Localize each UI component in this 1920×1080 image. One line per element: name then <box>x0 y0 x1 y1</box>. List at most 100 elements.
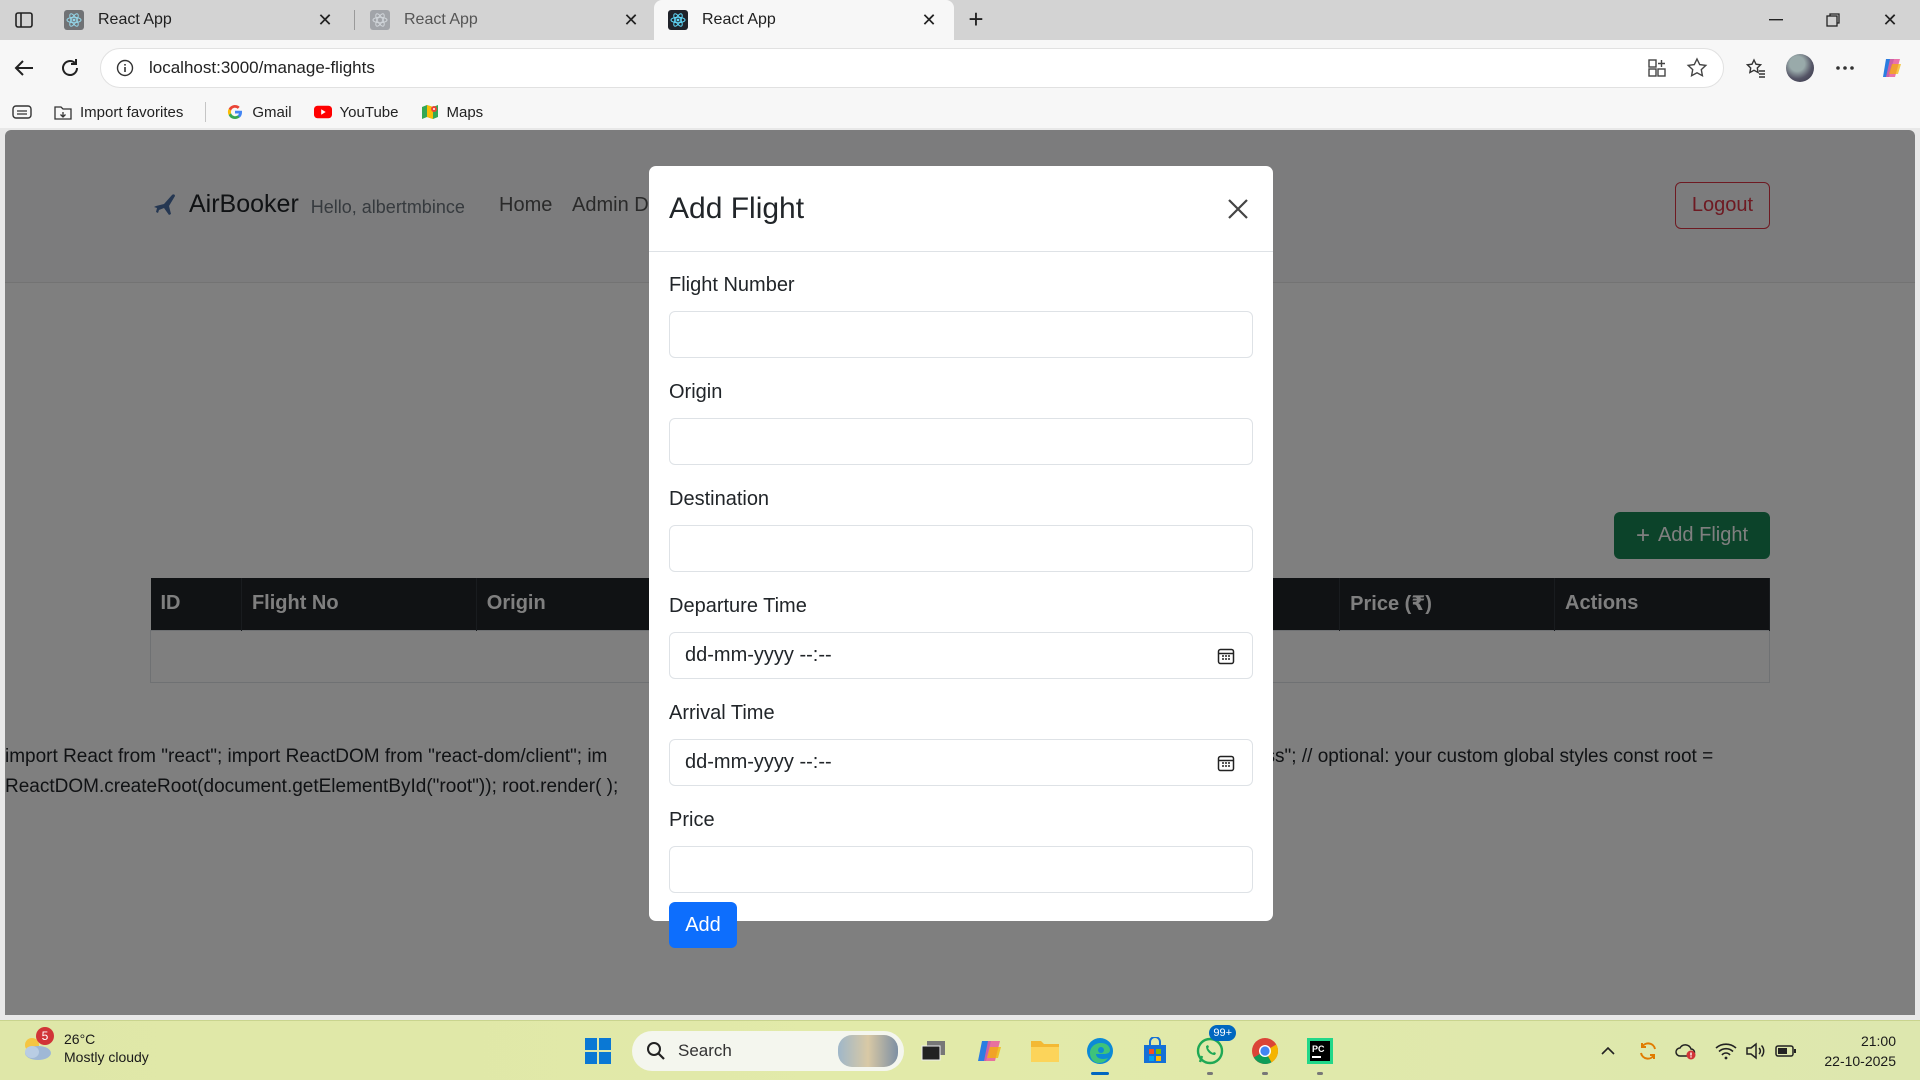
favorites-icon[interactable] <box>1740 52 1772 84</box>
temperature: 26°C <box>64 1031 96 1047</box>
react-icon <box>370 10 390 30</box>
whatsapp-icon[interactable]: 99+ <box>1190 1025 1236 1075</box>
departure-time-label: Departure Time <box>669 595 807 617</box>
file-explorer-icon[interactable] <box>1025 1031 1065 1071</box>
copilot-app-icon[interactable] <box>970 1031 1010 1071</box>
destination-input[interactable] <box>669 525 1253 572</box>
import-favorites-icon <box>54 103 72 121</box>
flight-number-input[interactable] <box>669 311 1253 358</box>
weather-alert-badge: 5 <box>36 1027 54 1045</box>
price-label: Price <box>669 809 715 831</box>
copilot-icon[interactable] <box>1876 52 1908 84</box>
calendar-icon[interactable] <box>1215 645 1237 667</box>
modal-header: Add Flight <box>649 166 1273 252</box>
arrival-time-value: dd-mm-yyyy --:-- <box>685 751 832 773</box>
close-icon[interactable] <box>1223 194 1253 224</box>
bookmark-divider <box>205 102 207 122</box>
close-tab-icon[interactable]: ✕ <box>620 9 642 31</box>
restore-button[interactable] <box>1805 0 1861 40</box>
tab-title: React App <box>702 11 776 28</box>
departure-time-value: dd-mm-yyyy --:-- <box>685 644 832 666</box>
arrival-time-input[interactable]: dd-mm-yyyy --:-- <box>669 739 1253 786</box>
minimize-button[interactable] <box>1748 0 1804 40</box>
destination-group: Destination <box>669 486 1253 572</box>
arrival-time-group: Arrival Time dd-mm-yyyy --:-- <box>669 700 1253 786</box>
system-clock[interactable]: 21:00 22-10-2025 <box>1824 1031 1896 1071</box>
running-app-indicator <box>1262 1072 1268 1075</box>
clock-date: 22-10-2025 <box>1824 1053 1896 1069</box>
browser-tab-1[interactable]: React App ✕ <box>50 0 350 40</box>
reload-icon[interactable] <box>56 54 84 82</box>
url-text: localhost:3000/manage-flights <box>149 58 375 77</box>
price-group: Price <box>669 807 1253 893</box>
wifi-icon[interactable] <box>1714 1039 1738 1063</box>
search-highlight-image <box>838 1035 898 1067</box>
calendar-icon[interactable] <box>1215 752 1237 774</box>
bookmark-label: Import favorites <box>80 103 184 121</box>
bookmark-maps[interactable]: Maps <box>421 103 483 121</box>
sidebar-toggle-icon[interactable] <box>12 8 36 32</box>
search-icon <box>646 1041 666 1061</box>
flight-number-label: Flight Number <box>669 274 795 296</box>
bookmark-label: Gmail <box>252 103 292 121</box>
close-tab-icon[interactable]: ✕ <box>314 9 336 31</box>
whatsapp-notification-badge: 99+ <box>1209 1025 1236 1041</box>
search-placeholder: Search <box>678 1041 732 1060</box>
favorite-star-icon[interactable] <box>1683 54 1711 82</box>
url-field[interactable]: localhost:3000/manage-flights <box>100 48 1724 88</box>
close-window-button[interactable]: ✕ <box>1862 0 1918 40</box>
address-bar-row: localhost:3000/manage-flights <box>0 40 1920 96</box>
running-app-indicator <box>1207 1072 1213 1075</box>
pycharm-icon[interactable]: PC <box>1300 1031 1340 1075</box>
windows-taskbar: 5 26°C Mostly cloudy Search 99+ PC 21:00… <box>0 1020 1920 1080</box>
bookmark-youtube[interactable]: YouTube <box>313 103 399 121</box>
arrival-time-label: Arrival Time <box>669 702 775 724</box>
price-input[interactable] <box>669 846 1253 893</box>
browser-tab-3-active[interactable]: React App ✕ <box>654 0 954 40</box>
google-icon <box>226 103 244 121</box>
weather-condition: Mostly cloudy <box>64 1049 149 1065</box>
departure-time-input[interactable]: dd-mm-yyyy --:-- <box>669 632 1253 679</box>
bookmark-import-favorites[interactable]: Import favorites <box>54 103 183 121</box>
sync-update-icon[interactable] <box>1636 1039 1660 1063</box>
active-app-indicator <box>1091 1072 1109 1075</box>
show-hidden-icons-chevron[interactable] <box>1596 1039 1620 1063</box>
app-available-icon[interactable] <box>1643 54 1671 82</box>
page-viewport: AirBooker Hello, albertmbince Home Admin… <box>5 130 1915 1015</box>
volume-icon[interactable] <box>1744 1039 1768 1063</box>
origin-group: Origin <box>669 379 1253 465</box>
start-windows-icon[interactable] <box>578 1031 618 1071</box>
add-flight-modal: Add Flight Flight Number Origin Destinat… <box>649 166 1273 948</box>
back-arrow-icon[interactable] <box>10 54 38 82</box>
reading-view-icon[interactable] <box>12 105 32 119</box>
site-info-icon[interactable] <box>115 58 135 78</box>
battery-icon[interactable] <box>1774 1039 1798 1063</box>
tab-divider <box>354 10 355 30</box>
tab-title: React App <box>404 11 478 28</box>
svg-text:PC: PC <box>1312 1044 1325 1054</box>
add-submit-button[interactable]: Add <box>669 902 737 948</box>
browser-tab-2[interactable]: React App ✕ <box>356 0 656 40</box>
modal-title: Add Flight <box>669 191 805 225</box>
new-tab-button[interactable]: + <box>962 6 990 34</box>
origin-input[interactable] <box>669 418 1253 465</box>
chrome-icon[interactable] <box>1245 1031 1285 1075</box>
tab-title: React App <box>98 11 172 28</box>
edge-browser-icon[interactable] <box>1080 1031 1120 1075</box>
close-tab-icon[interactable]: ✕ <box>918 9 940 31</box>
running-app-indicator <box>1317 1072 1323 1075</box>
youtube-icon <box>313 103 332 121</box>
profile-avatar[interactable] <box>1784 52 1816 84</box>
microsoft-store-icon[interactable] <box>1135 1031 1175 1071</box>
departure-time-group: Departure Time dd-mm-yyyy --:-- <box>669 593 1253 679</box>
weather-widget[interactable]: 5 26°C Mostly cloudy <box>18 1027 149 1067</box>
task-view-icon[interactable] <box>914 1031 954 1071</box>
taskbar-search[interactable]: Search <box>632 1031 904 1071</box>
bookmark-label: YouTube <box>339 103 399 121</box>
bookmark-gmail[interactable]: Gmail <box>226 103 292 121</box>
flight-number-group: Flight Number <box>669 272 1253 358</box>
more-options-icon[interactable] <box>1829 52 1861 84</box>
destination-label: Destination <box>669 488 770 510</box>
clock-time: 21:00 <box>1860 1033 1896 1049</box>
cloud-alert-icon[interactable] <box>1674 1039 1698 1063</box>
